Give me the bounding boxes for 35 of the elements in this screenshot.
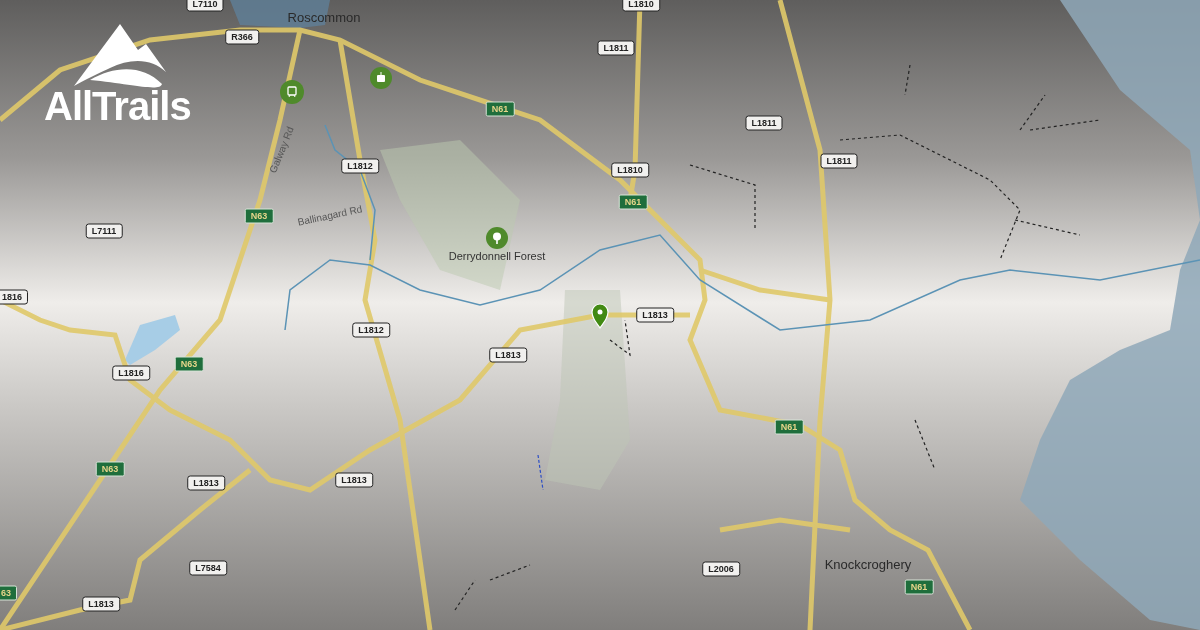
logo-text: AllTrails bbox=[44, 86, 191, 126]
map-pin-icon bbox=[591, 303, 609, 329]
national-road-shield: N63 bbox=[174, 356, 204, 372]
place-name: Derrydonnell Forest bbox=[448, 250, 546, 262]
national-road-shield: N61 bbox=[485, 101, 515, 117]
national-road-shield: N63 bbox=[95, 461, 125, 477]
road-label: 1816 bbox=[0, 289, 28, 305]
road-label: L1812 bbox=[352, 322, 390, 338]
road-label: L1811 bbox=[745, 115, 783, 131]
road-label: L1810 bbox=[622, 0, 660, 12]
national-road-shield: N63 bbox=[244, 208, 274, 224]
road-label: L1810 bbox=[611, 162, 649, 178]
place-name: Knockcroghery bbox=[824, 557, 912, 571]
national-road-shield: N61 bbox=[904, 579, 934, 595]
road-label: R366 bbox=[225, 29, 259, 45]
road-label: L1813 bbox=[335, 472, 373, 488]
place-name: Roscommon bbox=[287, 10, 361, 24]
road-label: L1813 bbox=[82, 596, 120, 612]
road-label: L1813 bbox=[187, 475, 225, 491]
road-label: L7584 bbox=[189, 560, 227, 576]
national-road-shield: 63 bbox=[0, 585, 17, 601]
road-label: L7110 bbox=[186, 0, 224, 12]
road-label: L1813 bbox=[489, 347, 527, 363]
road-label: L7111 bbox=[85, 223, 123, 239]
road-label: L1813 bbox=[636, 307, 674, 323]
national-road-shield: N61 bbox=[774, 419, 804, 435]
road-label: L2006 bbox=[702, 561, 740, 577]
train-icon bbox=[280, 80, 304, 104]
road-label: L1812 bbox=[341, 158, 379, 174]
road-label: L1816 bbox=[112, 365, 150, 381]
road-label: L1811 bbox=[820, 153, 858, 169]
tree-icon bbox=[486, 227, 508, 249]
road-label: L1811 bbox=[597, 40, 635, 56]
cable-car-icon bbox=[370, 67, 392, 89]
national-road-shield: N61 bbox=[618, 194, 648, 210]
